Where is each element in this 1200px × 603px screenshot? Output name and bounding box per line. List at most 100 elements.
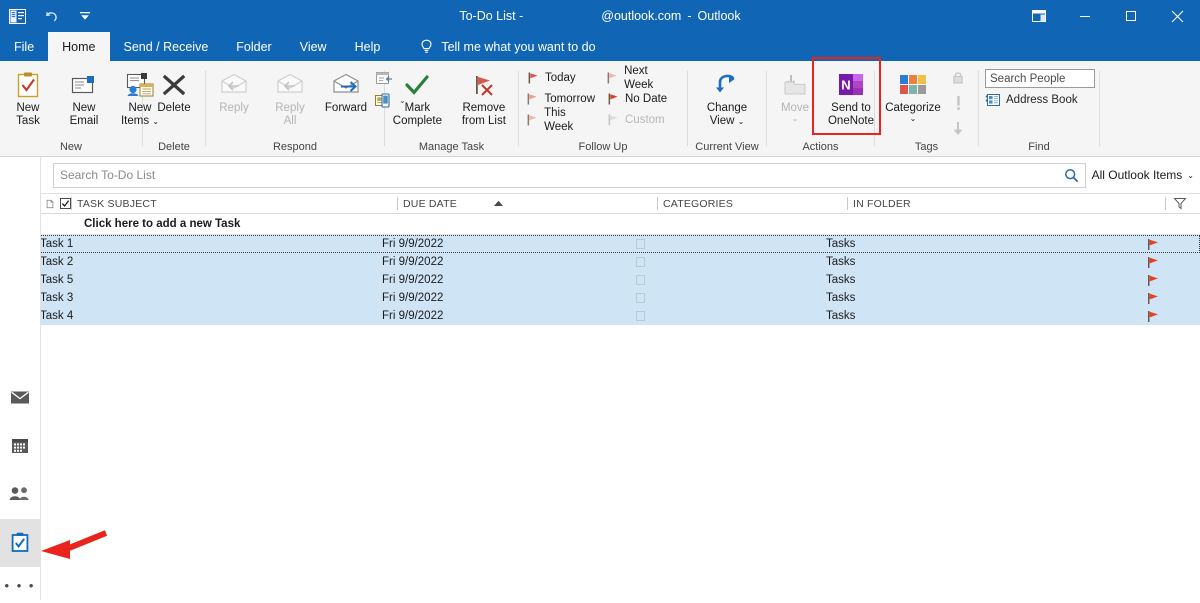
task-flag-icon[interactable] (1138, 253, 1168, 271)
task-flag-icon[interactable] (1138, 307, 1168, 325)
ribbon-group-manage-task: Mark Complete Remove from List Manage Ta… (385, 61, 518, 156)
ribbon-group-find-label: Find (1028, 141, 1050, 153)
mark-complete-label-2: Complete (392, 115, 442, 127)
ribbon-group-find: Search People Address Book Find (979, 61, 1099, 156)
search-scope-dropdown[interactable]: All Outlook Items ⌄ (1092, 168, 1200, 182)
delete-button[interactable]: Delete (143, 66, 205, 115)
task-list: Click here to add a new Task Task 1 Fri … (0, 214, 1200, 566)
more-apps-button[interactable]: • • • (0, 567, 40, 603)
sidebar-item-calendar[interactable] (0, 423, 40, 471)
maximize-icon[interactable] (1108, 0, 1154, 32)
follow-up-custom[interactable]: Custom (605, 109, 687, 130)
tab-folder[interactable]: Folder (222, 32, 285, 61)
follow-up-today[interactable]: Today (525, 67, 605, 88)
task-flag-icon[interactable] (1138, 235, 1168, 253)
outlook-window: To-Do List - @outlook.com - Outlook File… (0, 0, 1200, 600)
table-row[interactable]: Task 3 Fri 9/9/2022 Tasks (0, 289, 1200, 307)
ribbon-tabs: File Home Send / Receive Folder View Hel… (0, 32, 1200, 61)
follow-up-this-week[interactable]: This Week (525, 107, 605, 133)
forward-icon (331, 68, 361, 102)
new-task-label-1: New (16, 102, 40, 114)
change-view-button[interactable]: Change View ⌄ (693, 66, 761, 128)
task-flag-icon[interactable] (1138, 289, 1168, 307)
tell-me-search[interactable]: Tell me what you want to do (420, 32, 596, 61)
ribbon-group-tags-label: Tags (914, 141, 939, 153)
table-row[interactable]: Task 1 Fri 9/9/2022 Tasks (0, 235, 1200, 253)
reply-button[interactable]: Reply (206, 66, 262, 115)
sidebar-item-mail[interactable] (0, 375, 40, 423)
task-in-folder: Tasks (826, 238, 856, 250)
send-to-onenote-label-1: Send to (831, 102, 871, 114)
reply-all-label-1: Reply (275, 102, 305, 114)
tab-help[interactable]: Help (341, 32, 395, 61)
address-book-button[interactable]: Address Book (985, 93, 1078, 107)
low-importance-icon[interactable] (951, 121, 965, 140)
tab-home[interactable]: Home (48, 32, 110, 61)
sidebar-item-tasks[interactable] (0, 519, 40, 567)
column-header-icon[interactable] (40, 194, 54, 213)
column-header-due-date[interactable]: DUE DATE (397, 194, 657, 213)
title-bar: To-Do List - @outlook.com - Outlook (0, 0, 1200, 32)
reply-icon (219, 68, 249, 102)
follow-up-no-date[interactable]: No Date (605, 88, 687, 109)
mark-complete-button[interactable]: Mark Complete (385, 66, 450, 128)
remove-from-list-button[interactable]: Remove from List (450, 66, 518, 128)
ribbon-display-options-icon[interactable] (1016, 0, 1062, 32)
categorize-button[interactable]: Categorize ⌄ (875, 66, 951, 123)
sort-ascending-icon (493, 198, 504, 210)
remove-from-list-label-1: Remove (462, 102, 506, 114)
add-new-task-row[interactable]: Click here to add a new Task (0, 214, 1200, 235)
quick-access-toolbar (0, 0, 102, 32)
new-email-button[interactable]: New Email (56, 66, 112, 128)
tab-file[interactable]: File (0, 32, 48, 61)
private-lock-icon[interactable] (951, 70, 965, 88)
table-row[interactable]: Task 2 Fri 9/9/2022 Tasks (0, 253, 1200, 271)
address-book-label: Address Book (1006, 94, 1078, 106)
reply-label: Reply (219, 102, 249, 114)
ribbon-group-delete-label: Delete (158, 141, 190, 153)
high-importance-icon[interactable] (954, 95, 963, 114)
task-subject: Task 3 (40, 292, 74, 304)
new-task-button[interactable]: New Task (0, 66, 56, 128)
forward-button[interactable]: Forward (318, 66, 374, 115)
task-in-folder: Tasks (826, 256, 856, 268)
follow-up-next-week[interactable]: Next Week (605, 65, 687, 91)
move-folder-icon (781, 68, 809, 102)
calendar-icon (11, 437, 29, 457)
tab-view[interactable]: View (286, 32, 341, 61)
reply-all-button[interactable]: Reply All (262, 66, 318, 128)
window-title-app: Outlook (697, 9, 741, 23)
search-strip: All Outlook Items ⌄ (0, 157, 1200, 194)
sidebar-item-people[interactable] (0, 471, 40, 519)
search-box[interactable] (53, 162, 1086, 188)
ribbon-group-follow-up: Today Tomorrow This Week Next Week No Da… (519, 61, 687, 156)
undo-icon[interactable] (34, 0, 68, 32)
new-task-icon (15, 68, 41, 102)
search-icon[interactable] (1059, 168, 1085, 183)
tab-send-receive[interactable]: Send / Receive (110, 32, 223, 61)
task-categories (630, 289, 820, 307)
table-row[interactable]: Task 4 Fri 9/9/2022 Tasks (0, 307, 1200, 325)
flag-icon (605, 114, 621, 126)
column-header-task-subject[interactable]: TASK SUBJECT (71, 194, 397, 213)
ribbon-group-manage-task-label: Manage Task (418, 141, 485, 153)
mark-complete-label-1: Mark (404, 102, 431, 114)
new-email-label-1: New (72, 102, 96, 114)
search-people-input[interactable]: Search People (985, 69, 1095, 88)
column-header-categories[interactable]: CATEGORIES (657, 194, 847, 213)
task-flag-icon[interactable] (1138, 271, 1168, 289)
tasks-icon (11, 532, 29, 555)
outlook-quick-icon[interactable] (0, 0, 34, 32)
send-to-onenote-button[interactable]: N Send to OneNote (823, 66, 879, 128)
minimize-icon[interactable] (1062, 0, 1108, 32)
column-header-complete[interactable] (54, 194, 71, 213)
reply-all-label-2: All (283, 115, 297, 127)
new-task-label-2: Task (16, 115, 40, 127)
column-header-in-folder[interactable]: IN FOLDER (847, 194, 1165, 213)
move-button[interactable]: Move ⌄ (767, 66, 823, 123)
search-input[interactable] (54, 168, 1059, 182)
column-header-flag-filter[interactable] (1165, 194, 1195, 213)
customize-qat-icon[interactable] (68, 0, 102, 32)
table-row[interactable]: Task 5 Fri 9/9/2022 Tasks (0, 271, 1200, 289)
close-icon[interactable] (1154, 0, 1200, 32)
